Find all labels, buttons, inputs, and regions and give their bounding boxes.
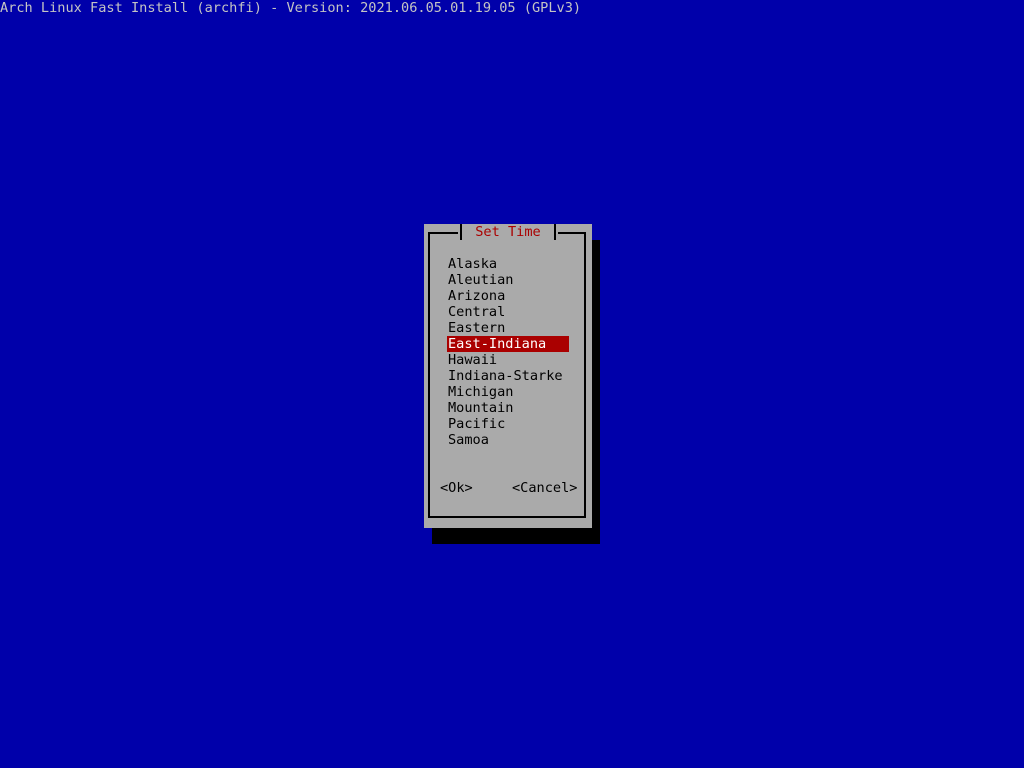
- menu-item-samoa[interactable]: Samoa: [447, 432, 569, 448]
- backtitle: Arch Linux Fast Install (archfi) - Versi…: [0, 0, 582, 16]
- menu-item-indiana-starke[interactable]: Indiana-Starke: [447, 368, 569, 384]
- timezone-menu: Alaska Aleutian Arizona Central Eastern …: [447, 256, 569, 448]
- menu-item-mountain[interactable]: Mountain: [447, 400, 569, 416]
- dialog-title: Set Time: [475, 224, 541, 240]
- set-time-dialog: Set Time Alaska Aleutian Arizona Central…: [424, 224, 592, 528]
- menu-item-east-indiana[interactable]: East-Indiana: [447, 336, 569, 352]
- menu-item-alaska[interactable]: Alaska: [447, 256, 569, 272]
- dialog-title-bar: Set Time: [458, 224, 558, 240]
- menu-item-pacific[interactable]: Pacific: [447, 416, 569, 432]
- menu-item-central[interactable]: Central: [447, 304, 569, 320]
- menu-item-aleutian[interactable]: Aleutian: [447, 272, 569, 288]
- menu-item-eastern[interactable]: Eastern: [447, 320, 569, 336]
- menu-item-hawaii[interactable]: Hawaii: [447, 352, 569, 368]
- menu-item-michigan[interactable]: Michigan: [447, 384, 569, 400]
- title-right-tick: [554, 224, 556, 240]
- ok-button[interactable]: <Ok>: [440, 480, 473, 496]
- cancel-button[interactable]: <Cancel>: [512, 480, 577, 496]
- menu-item-arizona[interactable]: Arizona: [447, 288, 569, 304]
